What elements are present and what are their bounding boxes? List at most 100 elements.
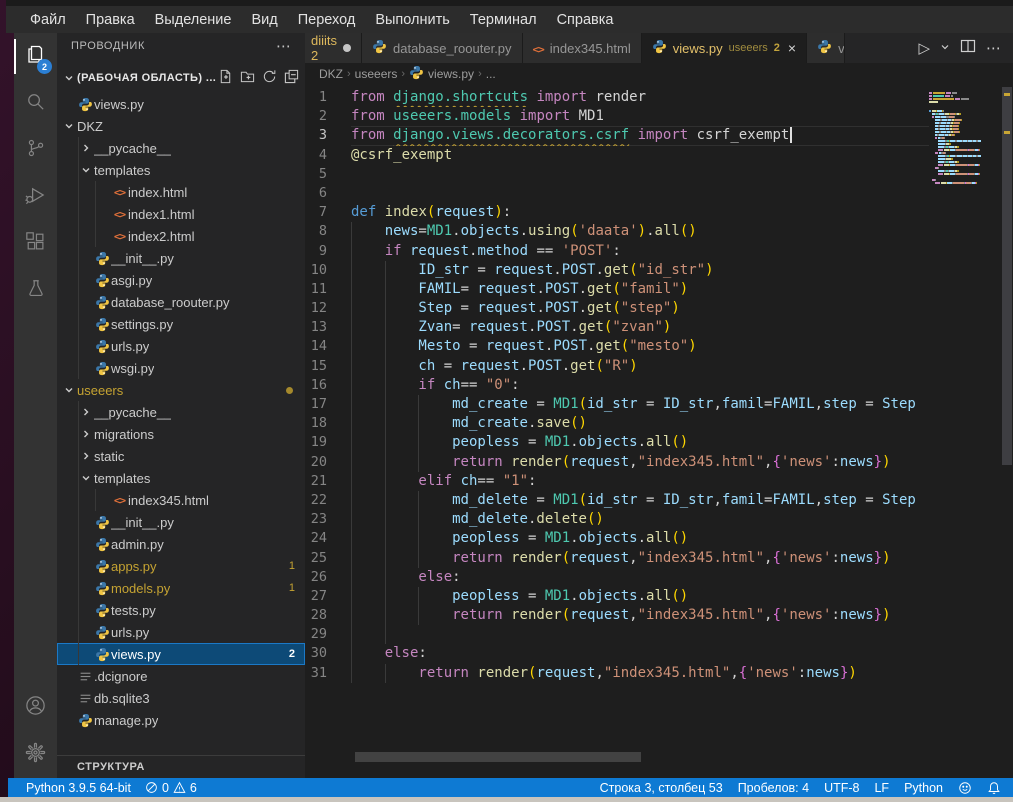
menu-Переход[interactable]: Переход (288, 9, 366, 31)
code-line-17[interactable]: 17md_create = MD1(id_str = ID_str,famil=… (305, 395, 929, 414)
tab-diiits 2[interactable]: diiits 2 (305, 33, 362, 63)
workspace-row[interactable]: (РАБОЧАЯ ОБЛАСТЬ) ... (57, 67, 305, 89)
code-line-24[interactable]: 24peopless = MD1.objects.all() (305, 529, 929, 548)
code-line-6[interactable]: 6 (305, 184, 929, 203)
breadcrumb-DKZ[interactable]: DKZ (319, 67, 343, 81)
tree-item-tests.py[interactable]: tests.py (57, 599, 305, 621)
tree-item-index2.html[interactable]: <>index2.html (57, 225, 305, 247)
tree-item-index1.html[interactable]: <>index1.html (57, 203, 305, 225)
code-line-28[interactable]: 28return render(request,"index345.html",… (305, 606, 929, 625)
tree-item-__pycache__[interactable]: __pycache__ (57, 401, 305, 423)
menu-Справка[interactable]: Справка (547, 9, 624, 31)
minimap[interactable] (929, 88, 1001, 778)
vertical-scrollbar[interactable] (1001, 85, 1013, 778)
tree-item-static[interactable]: static (57, 445, 305, 467)
feedback-icon[interactable] (958, 781, 972, 795)
tree-item-views.py[interactable]: views.py2 (57, 643, 305, 665)
horizontal-scrollbar-thumb[interactable] (355, 752, 641, 762)
explorer-more-actions-icon[interactable]: ⋯ (276, 37, 291, 55)
code-line-1[interactable]: 1from django.shortcuts import render (305, 88, 929, 107)
tree-item-DKZ[interactable]: DKZ (57, 115, 305, 137)
code-line-30[interactable]: 30else: (305, 644, 929, 663)
code-line-19[interactable]: 19peopless = MD1.objects.all() (305, 433, 929, 452)
breadcrumb-...[interactable]: ... (486, 67, 496, 81)
run-button[interactable]: ▷ (918, 39, 930, 57)
status-utf-8[interactable]: UTF-8 (824, 781, 859, 795)
code-line-13[interactable]: 13Zvan= request.POST.get("zvan") (305, 318, 929, 337)
tree-item-.dcignore[interactable]: .dcignore (57, 665, 305, 687)
status--3-53[interactable]: Строка 3, столбец 53 (600, 781, 723, 795)
tree-item-asgi.py[interactable]: asgi.py (57, 269, 305, 291)
tree-item-__init__.py[interactable]: __init__.py (57, 247, 305, 269)
tree-item-db.sqlite3[interactable]: db.sqlite3 (57, 687, 305, 709)
tree-item-templates[interactable]: templates (57, 467, 305, 489)
refresh-icon[interactable] (262, 69, 277, 87)
code-line-10[interactable]: 10ID_str = request.POST.get("id_str") (305, 261, 929, 280)
tab-index345.html[interactable]: <>index345.html (523, 33, 642, 63)
code-line-14[interactable]: 14Mesto = request.POST.get("mesto") (305, 337, 929, 356)
code-lines[interactable]: 1from django.shortcuts import render2fro… (305, 88, 929, 778)
scrollbar-thumb[interactable] (1002, 87, 1012, 465)
tree-item-apps.py[interactable]: apps.py1 (57, 555, 305, 577)
collapse-all-icon[interactable] (284, 69, 299, 87)
code-line-16[interactable]: 16if ch== "0": (305, 376, 929, 395)
tree-item-index345.html[interactable]: <>index345.html (57, 489, 305, 511)
close-icon[interactable]: × (788, 40, 796, 56)
tree-item-__pycache__[interactable]: __pycache__ (57, 137, 305, 159)
tree-item-manage.py[interactable]: manage.py (57, 709, 305, 731)
new-file-icon[interactable] (218, 69, 233, 87)
activity-account[interactable] (14, 684, 57, 731)
code-line-25[interactable]: 25return render(request,"index345.html",… (305, 549, 929, 568)
tab-views.py[interactable]: views.pyuseeers2× (642, 33, 807, 63)
new-folder-icon[interactable] (240, 69, 255, 87)
code-line-26[interactable]: 26else: (305, 568, 929, 587)
tree-item-migrations[interactable]: migrations (57, 423, 305, 445)
status-lf[interactable]: LF (874, 781, 889, 795)
code-line-29[interactable]: 29 (305, 625, 929, 644)
code-line-12[interactable]: 12Step = request.POST.get("step") (305, 299, 929, 318)
status--4[interactable]: Пробелов: 4 (738, 781, 809, 795)
tree-item-views.py[interactable]: views.py (57, 93, 305, 115)
activity-explorer[interactable]: 2 (14, 33, 57, 80)
split-editor-icon[interactable] (960, 38, 976, 59)
code-line-3[interactable]: 3from django.views.decorators.csrf impor… (305, 126, 929, 145)
status-python[interactable]: Python (904, 781, 943, 795)
activity-source-control[interactable] (14, 127, 57, 174)
activity-testing[interactable] (14, 268, 57, 315)
tree-item-templates[interactable]: templates (57, 159, 305, 181)
tab-vie[interactable]: vie (807, 33, 845, 63)
code-line-11[interactable]: 11FAMIL= request.POST.get("famil") (305, 280, 929, 299)
code-line-20[interactable]: 20return render(request,"index345.html",… (305, 453, 929, 472)
code-line-2[interactable]: 2from useeers.models import MD1 (305, 107, 929, 126)
tree-item-urls.py[interactable]: urls.py (57, 335, 305, 357)
code-line-7[interactable]: 7def index(request): (305, 203, 929, 222)
code-line-27[interactable]: 27peopless = MD1.objects.all() (305, 587, 929, 606)
outline-section[interactable]: СТРУКТУРА (57, 755, 305, 778)
tree-item-__init__.py[interactable]: __init__.py (57, 511, 305, 533)
code-line-9[interactable]: 9if request.method == 'POST': (305, 242, 929, 261)
breadcrumb-views.py[interactable]: views.py (409, 65, 474, 83)
more-actions-button[interactable]: ⋯ (986, 39, 1001, 57)
menu-Выполнить[interactable]: Выполнить (365, 9, 459, 31)
tree-item-models.py[interactable]: models.py1 (57, 577, 305, 599)
tree-item-urls.py[interactable]: urls.py (57, 621, 305, 643)
code-line-8[interactable]: 8news=MD1.objects.using('daata').all() (305, 222, 929, 241)
code-line-15[interactable]: 15ch = request.POST.get("R") (305, 357, 929, 376)
code-line-22[interactable]: 22md_delete = MD1(id_str = ID_str,famil=… (305, 491, 929, 510)
menu-Файл[interactable]: Файл (20, 9, 76, 31)
activity-settings[interactable] (14, 731, 57, 778)
code-line-31[interactable]: 31return render(request,"index345.html",… (305, 664, 929, 683)
activity-run-debug[interactable] (14, 174, 57, 221)
code-line-21[interactable]: 21elif ch== "1": (305, 472, 929, 491)
code-line-5[interactable]: 5 (305, 165, 929, 184)
activity-extensions[interactable] (14, 221, 57, 268)
tree-item-database_roouter.py[interactable]: database_roouter.py (57, 291, 305, 313)
notifications-bell-icon[interactable] (987, 781, 1001, 795)
code-line-23[interactable]: 23md_delete.delete() (305, 510, 929, 529)
menu-Выделение[interactable]: Выделение (145, 9, 242, 31)
menu-Терминал[interactable]: Терминал (460, 9, 547, 31)
menu-Правка[interactable]: Правка (76, 9, 145, 31)
run-dropdown-icon[interactable] (940, 39, 950, 57)
code-line-18[interactable]: 18md_create.save() (305, 414, 929, 433)
tree-item-settings.py[interactable]: settings.py (57, 313, 305, 335)
